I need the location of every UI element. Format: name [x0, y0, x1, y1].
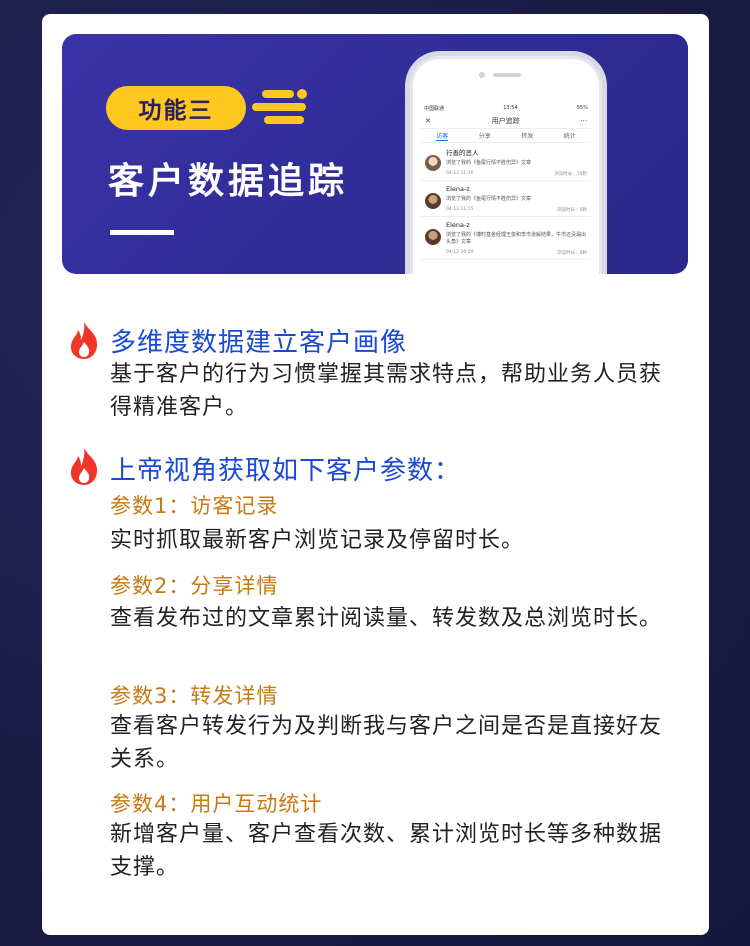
visit-duration: 浏览时长：0秒	[557, 251, 587, 256]
phone-nav-title: 用户追踪	[491, 116, 520, 125]
carrier-label: 中国联通	[424, 105, 445, 112]
visit-date: 04-12 11:15	[446, 207, 474, 212]
tab-visitors[interactable]: 访客	[436, 131, 449, 141]
list-item[interactable]: Elena-z 浏览了我的《鱼尾行情不胜伤异》文章 04-12 11:15 浏览…	[421, 181, 591, 217]
param-body: 实时抓取最新客户浏览记录及停留时长。	[110, 528, 525, 553]
phone-speaker	[493, 73, 521, 77]
tab-forward[interactable]: 转发	[521, 131, 533, 140]
section-body: 基于客户的行为习惯掌握其需求特点，帮助业务人员获得精准客户。	[110, 362, 663, 420]
visit-date: 04-12 10:59	[446, 250, 474, 255]
section-customer-profile: 多维度数据建立客户画像 基于客户的行为习惯掌握其需求特点，帮助业务人员获得精准客…	[66, 320, 686, 430]
list-item[interactable]: Elena-z 浏览了我的《博时基金经理王俊和李市道解结果，牛市还没漏出头角》文…	[421, 217, 591, 260]
time-label: 13:54	[503, 105, 518, 111]
visitor-name: Elena-z	[446, 185, 470, 193]
param-body: 查看发布过的文章累计阅读量、转发数及总浏览时长。	[110, 606, 663, 631]
fire-icon	[70, 448, 98, 485]
fire-icon	[70, 322, 98, 359]
avatar	[425, 229, 441, 245]
visit-description: 浏览了我的《博时基金经理王俊和李市道解结果，牛市还没漏出头角》文章	[446, 232, 587, 245]
visit-duration: 浏览时长：0秒	[557, 208, 587, 213]
section-heading: 上帝视角获取如下客户参数：	[110, 456, 462, 486]
visit-date: 04-12 11:16	[446, 171, 474, 176]
param-body: 查看客户转发行为及判断我与客户之间是否是直接好友关系。	[110, 714, 663, 772]
section-heading: 多维度数据建立客户画像	[110, 328, 408, 358]
phone-status-bar: 中国联通 13:54 55%	[421, 103, 591, 113]
battery-label: 55%	[576, 105, 588, 111]
tab-stats[interactable]: 统计	[564, 131, 576, 140]
tab-share[interactable]: 分享	[479, 131, 491, 140]
phone-tabs: 访客 分享 转发 统计	[421, 129, 591, 143]
banner-title: 客户数据追踪	[108, 161, 349, 202]
param-title: 参数1：访客记录	[110, 494, 279, 518]
more-icon[interactable]: ···	[580, 117, 587, 125]
avatar	[425, 155, 441, 171]
param-title: 参数4：用户互动统计	[110, 792, 323, 816]
phone-screen: 中国联通 13:54 55% ✕ 用户追踪 ··· 访客 分享 转发 统计 行善…	[421, 103, 591, 274]
list-item[interactable]: 行善的恶人 浏览了我的《鱼尾行情不胜伤异》文章 04-12 11:16 浏览时长…	[421, 143, 591, 181]
param-title: 参数2：分享详情	[110, 574, 279, 598]
param-title: 参数3：转发详情	[110, 684, 279, 708]
visitor-name: 行善的恶人	[446, 149, 479, 157]
param-body: 新增客户量、客户查看次数、累计浏览时长等多种数据支撑。	[110, 822, 663, 880]
avatar	[425, 193, 441, 209]
phone-nav-bar: ✕ 用户追踪 ···	[421, 113, 591, 129]
phone-mockup: 中国联通 13:54 55% ✕ 用户追踪 ··· 访客 分享 转发 统计 行善…	[410, 56, 602, 274]
visit-description: 浏览了我的《鱼尾行情不胜伤异》文章	[446, 160, 532, 166]
feature-banner: 功能三 客户数据追踪 中国联通 13:54 55% ✕ 用户追踪 ··· 访客 …	[62, 34, 688, 274]
visit-duration: 浏览时长：10秒	[554, 172, 587, 177]
section-customer-params: 上帝视角获取如下客户参数： 参数1：访客记录 实时抓取最新客户浏览记录及停留时长…	[66, 446, 686, 906]
visit-description: 浏览了我的《鱼尾行情不胜伤异》文章	[446, 196, 532, 202]
speed-lines-icon	[252, 89, 307, 124]
banner-underline	[110, 230, 174, 235]
phone-camera	[479, 72, 485, 78]
close-icon[interactable]: ✕	[425, 117, 431, 125]
visitor-name: Elena-z	[446, 221, 470, 229]
feature-badge: 功能三	[106, 86, 246, 130]
feature-card: 功能三 客户数据追踪 中国联通 13:54 55% ✕ 用户追踪 ··· 访客 …	[42, 14, 709, 935]
